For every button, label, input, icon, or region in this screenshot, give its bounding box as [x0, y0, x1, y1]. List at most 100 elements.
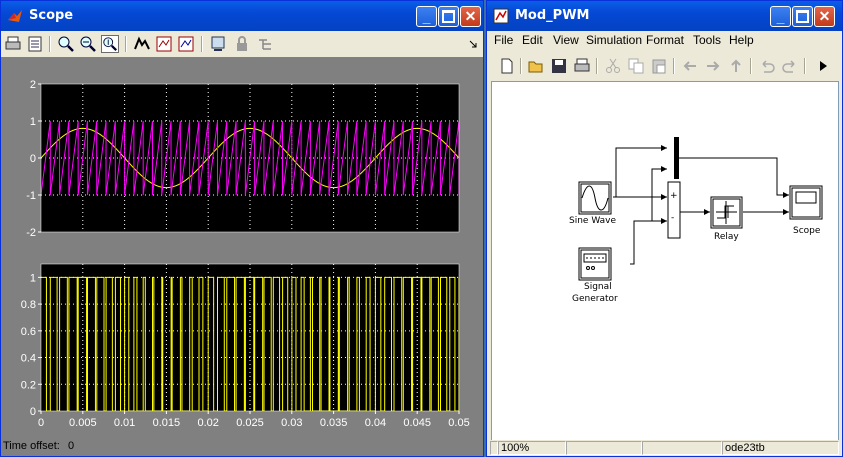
close-icon: ✕: [818, 8, 831, 24]
time-offset-bar: Time offset: 0: [1, 440, 483, 456]
y-tick-label: 0: [30, 153, 36, 165]
status-cell-mid: [566, 441, 642, 455]
model-toolbar: [487, 53, 842, 79]
toolbar-separator: [750, 58, 752, 74]
scope-plot-area: 2 1 0 -1 -2 1 0.8 0.6 0.4 0.2 0 0 0.005 0.01 0.015 0.02…: [1, 57, 483, 440]
x-tick-label: 0.03: [281, 417, 302, 429]
lock-axes-icon[interactable]: [233, 35, 251, 53]
mux-block[interactable]: [674, 137, 679, 179]
x-tick-label: 0.045: [403, 417, 431, 429]
wire-mux-to-scope[interactable]: [679, 157, 789, 196]
floating-scope-icon[interactable]: [209, 35, 227, 53]
scope-toolbar: [1, 31, 483, 57]
maximize-button[interactable]: [792, 6, 813, 27]
signal-generator-label-line2: Generator: [572, 294, 618, 304]
model-window: Mod_PWM _ ✕ File Edit View Simulation Fo…: [486, 0, 843, 457]
model-canvas[interactable]: + - Sine Wave Signal Generator Relay Sco…: [491, 81, 839, 441]
open-icon[interactable]: [527, 57, 545, 75]
menu-help[interactable]: Help: [729, 33, 754, 47]
undo-icon[interactable]: [758, 57, 776, 75]
cut-icon[interactable]: [604, 57, 622, 75]
sum-minus-sign: -: [671, 213, 675, 223]
y-tick-label: 0.6: [21, 326, 36, 338]
redo-icon[interactable]: [781, 57, 799, 75]
signal-generator-label-line1: Signal: [584, 282, 612, 292]
x-tick-label: 0.025: [236, 417, 264, 429]
sine-wave-block[interactable]: [578, 181, 612, 215]
scope-block[interactable]: [789, 185, 823, 220]
back-icon[interactable]: [681, 57, 699, 75]
maximize-button[interactable]: [438, 6, 459, 27]
signal-generator-block[interactable]: [578, 247, 612, 281]
maximize-icon: [442, 10, 455, 23]
wire-gen-to-sum[interactable]: [630, 220, 667, 265]
toolbar-separator: [596, 58, 598, 74]
time-offset-label: Time offset:: [3, 440, 60, 452]
relay-label: Relay: [714, 232, 739, 242]
minimize-icon: _: [776, 8, 785, 25]
x-tick-label: 0: [38, 417, 44, 429]
zoom-icon[interactable]: [57, 35, 75, 53]
relay-block[interactable]: [710, 196, 743, 229]
status-zoom: 100%: [498, 441, 566, 455]
paste-icon[interactable]: [650, 57, 668, 75]
maximize-icon: [796, 10, 809, 23]
menu-tools[interactable]: Tools: [693, 33, 721, 47]
signal-selection-icon[interactable]: [257, 35, 275, 53]
matlab-icon: [8, 10, 22, 22]
model-titlebar[interactable]: Mod_PWM _ ✕: [487, 1, 842, 31]
scope-title: Scope: [29, 8, 74, 23]
menu-format[interactable]: Format: [646, 33, 684, 47]
menu-simulation[interactable]: Simulation: [586, 33, 642, 47]
minimize-button[interactable]: _: [770, 6, 791, 27]
forward-icon[interactable]: [704, 57, 722, 75]
x-tick-label: 0.01: [114, 417, 135, 429]
y-tick-label: 0.2: [21, 379, 36, 391]
close-button[interactable]: ✕: [814, 6, 835, 27]
minimize-button[interactable]: _: [416, 6, 437, 27]
y-tick-label: 0.4: [21, 353, 36, 365]
menu-view[interactable]: View: [553, 33, 579, 47]
zoom-x-icon[interactable]: [79, 35, 97, 53]
close-icon: ✕: [464, 8, 477, 24]
model-title: Mod_PWM: [515, 8, 590, 23]
autoscale-icon[interactable]: [133, 35, 151, 53]
dock-arrow-icon[interactable]: [467, 35, 479, 53]
save-axes-icon[interactable]: [155, 35, 173, 53]
restore-axes-icon[interactable]: [177, 35, 195, 53]
minimize-icon: _: [422, 8, 431, 25]
close-button[interactable]: ✕: [460, 6, 481, 27]
save-icon[interactable]: [550, 57, 568, 75]
new-icon[interactable]: [498, 57, 516, 75]
y-tick-label: 2: [30, 79, 36, 91]
y-tick-label: 1: [30, 116, 36, 128]
toolbar-separator: [520, 58, 522, 74]
menu-edit[interactable]: Edit: [522, 33, 543, 47]
scope-titlebar[interactable]: Scope _ ✕: [1, 1, 483, 31]
y-tick-label: -1: [26, 190, 36, 202]
run-icon[interactable]: [814, 57, 832, 75]
scope-axes-1: 2 1 0 -1 -2: [26, 79, 460, 239]
y-tick-label: 0: [30, 406, 36, 418]
signal-wires: [613, 147, 789, 265]
time-offset-value: 0: [68, 440, 75, 452]
model-menubar: File Edit View Simulation Format Tools H…: [487, 31, 842, 49]
up-icon[interactable]: [727, 57, 745, 75]
x-tick-label: 0.005: [69, 417, 97, 429]
toolbar-separator: [125, 36, 127, 52]
scope-plots: 210-1-210.80.60.40.200 0.005 0.01 0.015 0.02…: [21, 79, 470, 429]
print-icon[interactable]: [4, 35, 22, 53]
wire-gen-to-mux[interactable]: [651, 168, 667, 221]
x-tick-label: 0.05: [448, 417, 469, 429]
status-cell-left: [490, 441, 498, 455]
print-icon[interactable]: [573, 57, 591, 75]
sine-wave-label: Sine Wave: [569, 216, 617, 226]
wire-sine-to-mux[interactable]: [615, 147, 667, 197]
parameters-icon[interactable]: [26, 35, 44, 53]
copy-icon[interactable]: [627, 57, 645, 75]
y-tick-label: 1: [30, 272, 36, 284]
menu-file[interactable]: File: [494, 33, 513, 47]
desktop: { "scope": { "title": "Scope", "time_off…: [0, 0, 843, 457]
status-cell-right: [642, 441, 722, 455]
zoom-y-icon[interactable]: [101, 35, 119, 53]
